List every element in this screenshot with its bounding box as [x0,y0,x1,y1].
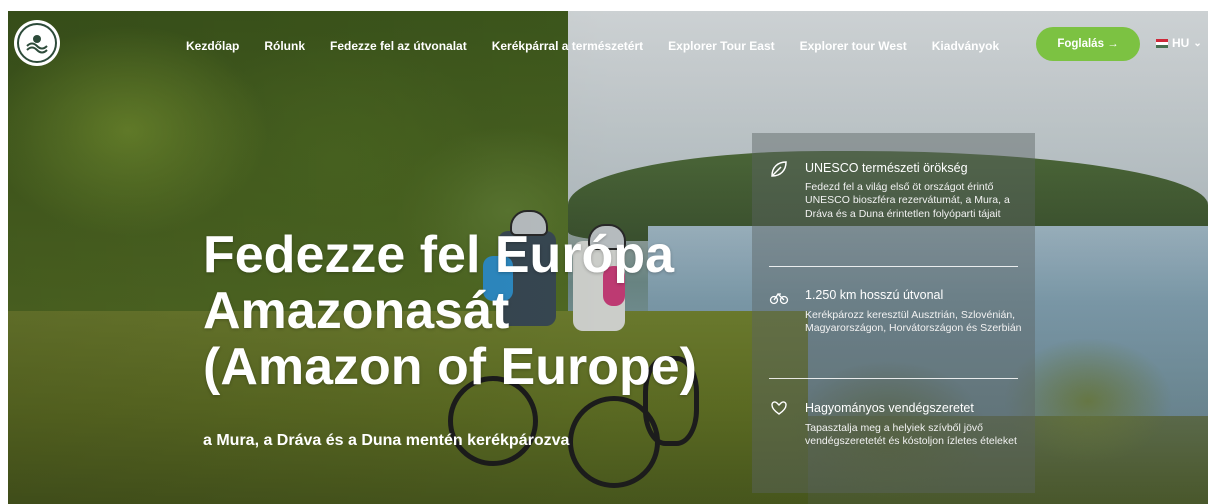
features-panel: UNESCO természeti örökség Fedezd fel a v… [752,133,1035,493]
logo-emblem [17,23,57,63]
nav-item-discover-route[interactable]: Fedezze fel az útvonalat [330,39,467,53]
main-navigation: Kezdőlap Rólunk Fedezze fel az útvonalat… [186,36,999,56]
feature-title: UNESCO természeti örökség [805,161,968,175]
leaf-icon [771,161,787,177]
nav-item-explorer-tour-east[interactable]: Explorer Tour East [668,39,774,53]
feature-description: Tapasztalja meg a helyiek szívből jövő v… [805,422,1017,448]
logo-icon [26,35,48,54]
nav-item-explorer-tour-west[interactable]: Explorer tour West [800,39,907,53]
feature-description: Fedezd fel a világ első öt országot érin… [805,181,1010,220]
hero-headline-line-3: (Amazon of Europe) [203,338,697,396]
booking-button[interactable]: Foglalás → [1036,27,1140,61]
feature-title: 1.250 km hosszú útvonal [805,288,944,302]
heart-hands-icon [771,401,787,415]
hero-headline-line-2: Amazonasát [203,282,510,340]
nav-item-home[interactable]: Kezdőlap [186,39,239,53]
hero-headline-line-1: Fedezze fel Európa [203,226,674,284]
nav-item-publications[interactable]: Kiadványok [932,39,999,53]
language-code: HU [1172,36,1190,50]
chevron-down-icon: ⌄ [1193,37,1202,49]
feature-title: Hagyományos vendégszeretet [805,401,974,415]
nav-item-cycling-for-nature[interactable]: Kerékpárral a természetért [492,39,643,53]
site-logo[interactable] [14,20,60,66]
feature-divider [769,378,1018,379]
hungarian-flag-icon [1156,38,1168,48]
feature-divider [769,266,1018,267]
feature-description: Kerékpározz keresztül Ausztrián, Szlovén… [805,309,1022,335]
bicycle-icon [769,292,789,305]
language-selector[interactable]: HU ⌄ [1156,36,1202,50]
hero-subheadline: a Mura, a Dráva és a Duna mentén kerékpá… [203,432,570,449]
nav-item-about[interactable]: Rólunk [264,39,305,53]
hero-headline: Fedezze fel Európa Amazonasát (Amazon of… [203,227,763,395]
